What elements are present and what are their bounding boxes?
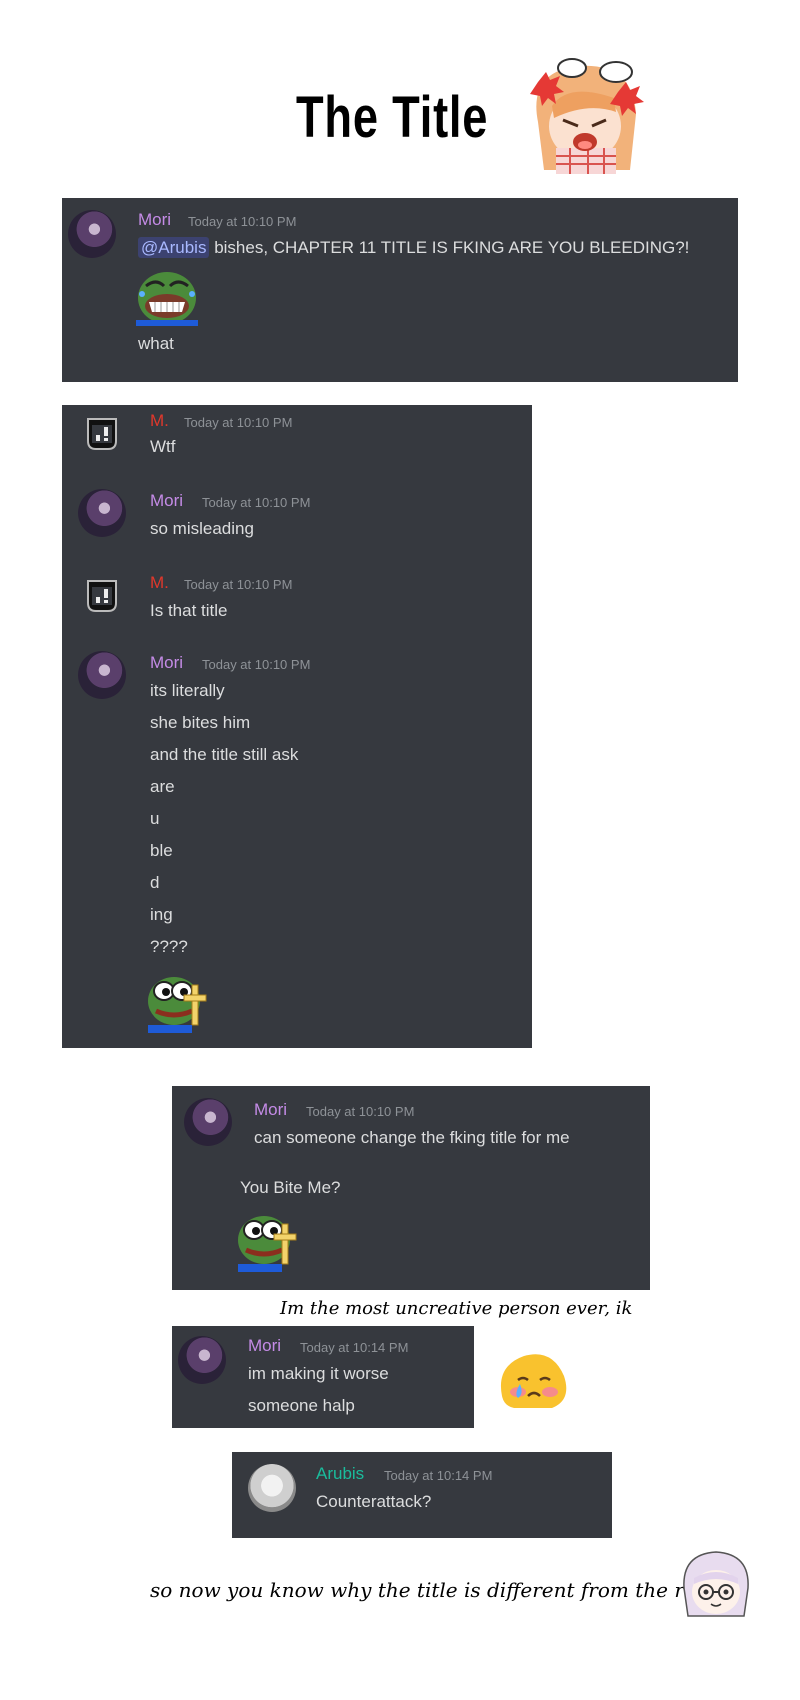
message-text: @Arubis bishes, CHAPTER 11 TITLE IS FKIN… [138,237,690,258]
username-m[interactable]: M. [150,573,169,593]
message-text: ble [150,841,173,860]
angry-girl-sticker [518,52,652,178]
page-title: The Title [296,85,489,150]
username-mori[interactable]: Mori [138,210,171,230]
message-text: Counterattack? [316,1492,432,1511]
caption-uncreative: Im the most uncreative person ever, ik [280,1298,633,1319]
timestamp: Today at 10:10 PM [202,495,311,510]
timestamp: Today at 10:10 PM [202,657,311,672]
message-text: its literally [150,681,225,700]
pepe-cross-emoji [148,971,212,1033]
message-text: she bites him [150,713,251,732]
message-text: u [150,809,160,828]
chat-panel-3: Mori Today at 10:10 PM can someone chang… [172,1086,650,1290]
crying-blob-emoji [496,1348,570,1412]
timestamp: Today at 10:14 PM [384,1468,493,1483]
chibi-girl-sticker [678,1548,754,1620]
message-text: ing [150,905,173,924]
username-arubis[interactable]: Arubis [316,1464,364,1484]
timestamp: Today at 10:10 PM [306,1104,415,1119]
chat-panel-5: Arubis Today at 10:14 PM Counterattack? [232,1452,612,1538]
mori-avatar[interactable] [78,651,126,699]
message-text: Wtf [150,437,176,456]
timestamp: Today at 10:10 PM [188,214,297,229]
username-mori[interactable]: Mori [254,1100,287,1120]
pepe-cross-emoji [238,1210,302,1272]
timestamp: Today at 10:14 PM [300,1340,409,1355]
chat-panel-2: M. Today at 10:10 PM Wtf Mori Today at 1… [62,405,532,1048]
message-text: so misleading [150,519,254,538]
message-body: bishes, CHAPTER 11 TITLE IS FKING ARE YO… [214,238,690,257]
message-text: and the title still ask [150,745,299,764]
mori-avatar[interactable] [178,1336,226,1384]
username-mori[interactable]: Mori [150,653,183,673]
timestamp: Today at 10:10 PM [184,577,293,592]
message-text: Is that title [150,601,228,620]
mention-arubis[interactable]: @Arubis [138,237,210,258]
username-m[interactable]: M. [150,411,169,431]
message-text: d [150,873,160,892]
chat-panel-4: Mori Today at 10:14 PM im making it wors… [172,1326,474,1428]
mori-avatar[interactable] [68,210,116,258]
message-text: are [150,777,175,796]
message-text: ???? [150,937,188,956]
caption-raw-title: so now you know why the title is differe… [150,1578,713,1602]
mori-avatar[interactable] [184,1098,232,1146]
message-text: can someone change the fking title for m… [254,1128,570,1147]
timestamp: Today at 10:10 PM [184,415,293,430]
arubis-avatar[interactable] [248,1464,296,1512]
message-text: You Bite Me? [240,1178,341,1197]
username-mori[interactable]: Mori [150,491,183,511]
mori-avatar[interactable] [78,489,126,537]
message-text: someone halp [248,1396,355,1415]
chat-panel-1: Mori Today at 10:10 PM @Arubis bishes, C… [62,198,738,382]
m-avatar[interactable] [82,413,122,453]
message-text: what [138,334,174,353]
username-mori[interactable]: Mori [248,1336,281,1356]
pepe-crying-laughing-emoji [136,268,198,326]
message-text: im making it worse [248,1364,389,1383]
m-avatar[interactable] [82,575,122,615]
